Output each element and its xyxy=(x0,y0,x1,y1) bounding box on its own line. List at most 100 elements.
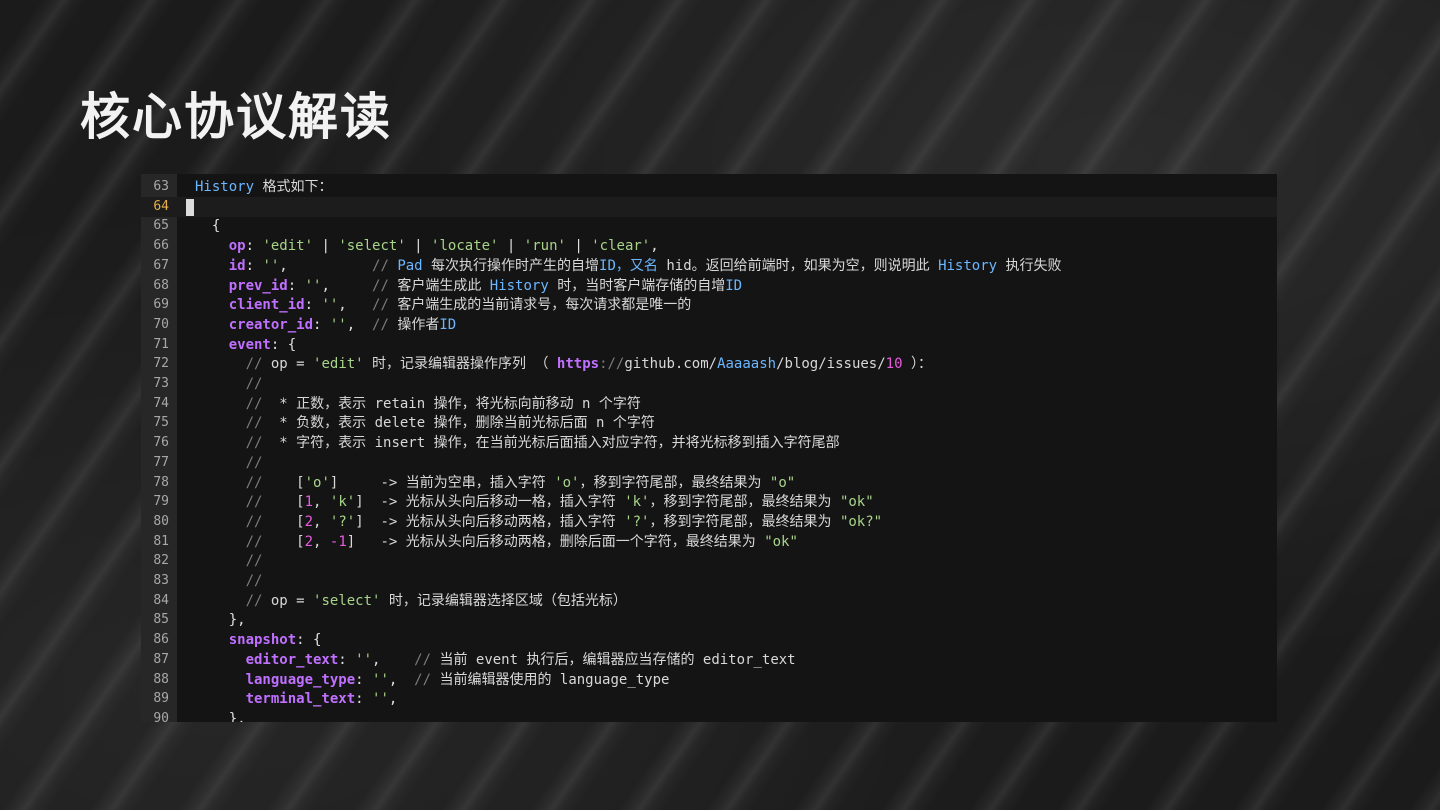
code-token: // xyxy=(245,533,263,550)
line-number: 64 xyxy=(153,198,169,214)
code-text: prev_id: '', // 客户端生成此 History 时，当时客户端存储… xyxy=(195,276,742,296)
code-line[interactable]: 77 // xyxy=(141,453,1277,473)
code-token: 每次执行操作时产生的自增 xyxy=(422,257,600,274)
code-token: terminal_text xyxy=(245,691,356,708)
code-editor[interactable]: 63 History 格式如下： 64 65 {66 op: 'edit' | 'se… xyxy=(141,174,1277,722)
code-line[interactable]: 80 // [2, '?'] -> 光标从头向后移动两格，插入字符 '?'，移到… xyxy=(141,512,1277,532)
line-number: 73 xyxy=(153,376,169,391)
code-text: snapshot: { xyxy=(195,630,322,650)
code-line[interactable]: 76 // * 字符，表示 insert 操作，在当前光标后面插入对应字符，并将… xyxy=(141,433,1277,453)
code-line[interactable]: 78 // ['o'] -> 当前为空串，插入字符 'o'，移到字符尾部，最终结… xyxy=(141,473,1277,493)
code-token: History xyxy=(195,179,255,195)
code-text: // ['o'] -> 当前为空串，插入字符 'o'，移到字符尾部，最终结果为 … xyxy=(195,473,796,493)
code-line[interactable]: 81 // [2, -1] -> 光标从头向后移动两格，删除后面一个字符，最终结… xyxy=(141,532,1277,552)
code-token: [ xyxy=(262,494,305,511)
code-token: editor_text xyxy=(245,651,339,668)
code-token: , xyxy=(388,671,415,688)
code-line[interactable]: 82 // xyxy=(141,551,1277,571)
code-line[interactable]: 90 }, xyxy=(141,709,1277,722)
code-line[interactable]: 65 { xyxy=(141,216,1277,236)
code-token: , xyxy=(313,533,330,550)
code-token: // xyxy=(414,671,440,688)
code-line[interactable]: 72 // op = 'edit' 时，记录编辑器操作序列 （ https://… xyxy=(141,354,1277,374)
code-token: // xyxy=(372,297,398,314)
code-token: , xyxy=(650,238,659,255)
code-token: 2 xyxy=(304,513,314,530)
code-token: 格式如下： xyxy=(254,179,333,195)
code-token: 当前编辑器使用的 language_type xyxy=(439,671,670,688)
code-token: , xyxy=(279,257,373,274)
code-line[interactable]: 86 snapshot: { xyxy=(141,630,1277,650)
code-line[interactable]: 84 // op = 'select' 时，记录编辑器选择区域（包括光标） xyxy=(141,591,1277,611)
code-token: // xyxy=(372,257,398,274)
line-number: 67 xyxy=(153,257,169,273)
code-token: * 字符，表示 insert 操作，在当前光标后面插入对应字符，并将光标移到插入… xyxy=(262,435,840,452)
code-line[interactable]: 69 client_id: '', // 客户端生成的当前请求号，每次请求都是唯… xyxy=(141,295,1277,315)
code-token: : xyxy=(245,257,263,274)
code-token: 'run' xyxy=(523,238,566,255)
code-line[interactable]: 68 prev_id: '', // 客户端生成此 History 时，当时客户… xyxy=(141,276,1277,296)
line-number: 69 xyxy=(153,297,169,313)
code-token: : xyxy=(304,297,322,314)
code-token: '' xyxy=(355,651,373,668)
code-token: [ xyxy=(262,513,305,530)
code-token: 'k' xyxy=(329,494,356,511)
code-token: // xyxy=(245,376,263,392)
line-number: 65 xyxy=(153,218,169,234)
code-token: // xyxy=(245,513,263,530)
code-token: 当前 event 执行后，编辑器应当存储的 editor_text xyxy=(439,651,796,668)
code-token: , xyxy=(372,651,415,668)
code-line[interactable]: 71 event: { xyxy=(141,335,1277,355)
code-text: }, xyxy=(195,610,246,630)
code-line[interactable]: 67 id: '', // Pad 每次执行操作时产生的自增ID，又名 hid。… xyxy=(141,256,1277,276)
code-token: * 正数，表示 retain 操作，将光标向前移动 n 个字符 xyxy=(262,395,641,412)
code-line[interactable]: 63 History 格式如下： xyxy=(141,177,1277,197)
line-number: 66 xyxy=(153,238,169,254)
code-text: id: '', // Pad 每次执行操作时产生的自增ID，又名 hid。返回给… xyxy=(195,256,1062,276)
code-line[interactable]: 74 // * 正数，表示 retain 操作，将光标向前移动 n 个字符 xyxy=(141,394,1277,414)
code-token: '?' xyxy=(329,513,356,530)
code-line[interactable]: 89 terminal_text: '', xyxy=(141,689,1277,709)
code-token: '' xyxy=(372,691,389,708)
code-line[interactable]: 79 // [1, 'k'] -> 光标从头向后移动一格，插入字符 'k'，移到… xyxy=(141,492,1277,512)
code-token: ，移到字符尾部，最终结果为 xyxy=(649,494,840,511)
code-line[interactable]: 66 op: 'edit' | 'select' | 'locate' | 'r… xyxy=(141,236,1277,256)
code-token: -1 xyxy=(329,533,347,550)
code-token: 时，当时客户端存储的自增 xyxy=(548,277,726,294)
code-token: creator_id xyxy=(228,316,314,333)
text-cursor xyxy=(186,198,194,216)
line-number: 75 xyxy=(153,415,169,431)
code-text: // xyxy=(195,551,263,571)
code-line[interactable]: 87 editor_text: '', // 当前 event 执行后，编辑器应… xyxy=(141,650,1277,670)
code-text: // * 正数，表示 retain 操作，将光标向前移动 n 个字符 xyxy=(195,394,641,414)
code-line[interactable]: 64 xyxy=(141,196,1277,217)
code-token: client_id xyxy=(228,297,305,314)
code-token: prev_id xyxy=(228,277,288,294)
code-line[interactable]: 75 // * 负数，表示 delete 操作，删除当前光标后面 n 个字符 xyxy=(141,413,1277,433)
code-line[interactable]: 73 // xyxy=(141,374,1277,394)
code-token: "ok" xyxy=(839,494,874,511)
line-number: 63 xyxy=(153,179,169,194)
code-token: "ok" xyxy=(764,533,798,550)
code-line[interactable]: 85 }, xyxy=(141,610,1277,630)
code-token: 'edit' xyxy=(313,356,364,373)
code-token: 客户端生成此 xyxy=(397,277,490,294)
code-token: History xyxy=(938,257,998,274)
code-text: language_type: '', // 当前编辑器使用的 language_… xyxy=(195,670,670,690)
line-number: 86 xyxy=(153,632,169,648)
code-token: 'k' xyxy=(624,494,650,511)
code-line[interactable]: 88 language_type: '', // 当前编辑器使用的 langua… xyxy=(141,670,1277,690)
code-line[interactable]: 83 // xyxy=(141,571,1277,591)
code-text: // xyxy=(195,374,263,394)
code-line[interactable]: 70 creator_id: '', // 操作者ID xyxy=(141,315,1277,335)
slide-title: 核心协议解读 xyxy=(80,88,392,146)
